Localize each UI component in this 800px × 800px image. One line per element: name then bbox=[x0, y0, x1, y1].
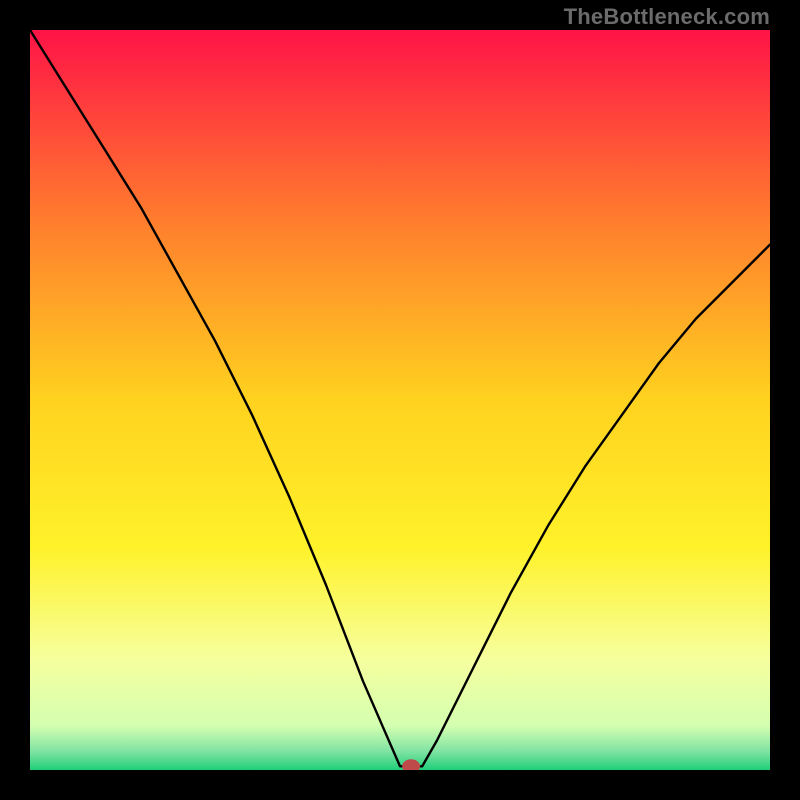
gradient-background bbox=[30, 30, 770, 770]
chart-frame: TheBottleneck.com bbox=[0, 0, 800, 800]
bottleneck-chart bbox=[30, 30, 770, 770]
watermark-text: TheBottleneck.com bbox=[564, 4, 770, 30]
plot-area bbox=[30, 30, 770, 770]
